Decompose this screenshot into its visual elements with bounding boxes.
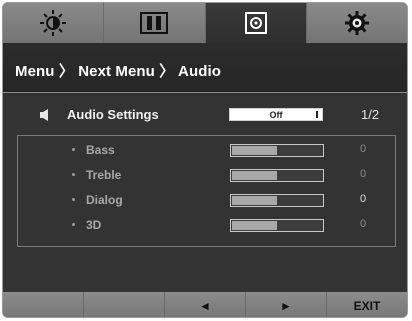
dialog-slider[interactable] [230,194,324,207]
dialog-label: Dialog [86,193,123,207]
title-bar: Menu 〉 Next Menu 〉 Audio [3,43,407,93]
audio-settings-label: Audio Settings [67,107,159,122]
right-arrow-button[interactable]: ► [246,292,327,317]
audio-icon [244,12,267,34]
bullet [72,148,75,151]
audio-settings-row[interactable]: Audio Settings Off 1/2 [3,103,407,129]
tab-picture[interactable] [104,3,206,43]
sub-setting-bass[interactable]: Bass 0 [18,140,395,160]
audio-panel: Audio Settings Off 1/2 Bass 0 Treble 0 D… [3,93,407,293]
bullet [72,173,75,176]
speaker-icon [40,109,48,121]
sub-setting-treble[interactable]: Treble 0 [18,165,395,185]
tab-brightness[interactable] [3,3,105,43]
audio-settings-value: Off [269,110,283,120]
sub-settings-group: Bass 0 Treble 0 Dialog 0 3D 0 [17,135,396,247]
page-indicator: 1/2 [361,107,380,122]
tab-settings[interactable] [307,3,407,43]
bass-slider[interactable] [230,144,324,157]
tab-bar [3,3,407,43]
3d-slider[interactable] [230,219,324,232]
dialog-value: 0 [360,193,367,205]
bullet [72,223,75,226]
bass-value: 0 [360,143,367,155]
bullet [72,198,75,201]
treble-slider-fill [232,171,277,180]
3d-label: 3D [86,218,102,232]
bass-slider-fill [232,146,277,155]
treble-label: Treble [86,168,122,182]
bass-label: Bass [86,143,115,157]
bottom-bar: ◄ ► EXIT [3,292,407,317]
sub-setting-dialog[interactable]: Dialog 0 [18,190,395,210]
value-cursor [316,111,318,118]
settings-gear-icon [344,11,369,35]
tab-audio[interactable] [205,3,307,43]
bottom-empty-1 [3,292,84,317]
3d-value: 0 [360,218,367,230]
3d-slider-fill [232,221,277,230]
brightness-icon [40,10,67,36]
treble-value: 0 [360,168,367,180]
treble-slider[interactable] [230,169,324,182]
audio-settings-value-box[interactable]: Off [229,108,323,121]
dialog-slider-fill [232,196,277,205]
picture-icon [140,12,169,34]
sub-setting-3d[interactable]: 3D 0 [18,215,395,235]
breadcrumb: Menu 〉 Next Menu 〉 Audio [15,63,222,80]
exit-button[interactable]: EXIT [327,292,407,317]
left-arrow-button[interactable]: ◄ [165,292,246,317]
bottom-empty-2 [84,292,165,317]
osd-menu: Menu 〉 Next Menu 〉 Audio Audio Settings … [2,2,408,318]
